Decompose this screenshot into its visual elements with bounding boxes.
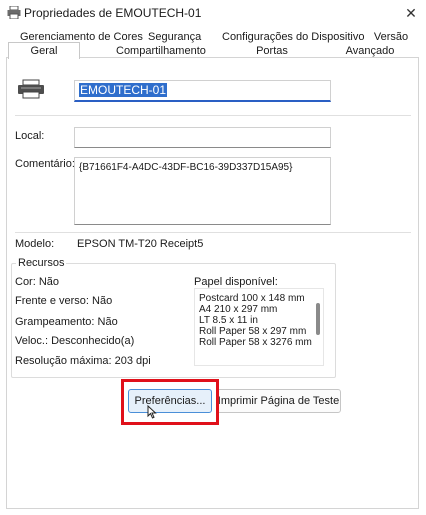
tab-security[interactable]: Segurança (148, 31, 201, 45)
highlight-box (121, 379, 219, 425)
tab-strip: Gerenciamento de Cores Segurança Configu… (0, 28, 426, 59)
paper-item[interactable]: A4 210 x 297 mm (195, 304, 313, 315)
tab-version[interactable]: Versão (372, 31, 410, 45)
feature-max-resolution: Resolução máxima: 203 dpi (15, 355, 151, 367)
location-label: Local: (15, 130, 45, 142)
general-tab-panel: EMOUTECH-01 Local: Comentário: {B71661F4… (6, 57, 419, 509)
paper-item[interactable]: Roll Paper 58 x 297 mm (195, 326, 313, 337)
divider (15, 115, 411, 116)
mouse-cursor-icon (147, 405, 157, 419)
paper-list[interactable]: Postcard 100 x 148 mm A4 210 x 297 mm LT… (194, 288, 324, 366)
title-bar: Propriedades de EMOUTECH-01 ✕ (0, 0, 426, 26)
paper-list-scrollbar[interactable] (316, 303, 320, 335)
close-button[interactable]: ✕ (396, 0, 426, 26)
paper-item[interactable]: Postcard 100 x 148 mm (195, 293, 313, 304)
model-label: Modelo: (15, 238, 55, 250)
window-title: Propriedades de EMOUTECH-01 (24, 6, 202, 20)
printer-icon (7, 6, 21, 19)
divider (15, 232, 411, 233)
features-group-title: Recursos (16, 257, 67, 269)
printer-name-selected-text: EMOUTECH-01 (79, 83, 168, 97)
print-test-page-button[interactable]: Imprimir Página de Teste (216, 389, 341, 413)
feature-staple: Grampeamento: Não (15, 316, 118, 328)
comment-value: {B71661F4-A4DC-43DF-BC16-39D337D15A95} (79, 162, 293, 173)
close-icon: ✕ (405, 4, 417, 21)
model-value: EPSON TM-T20 Receipt5 (77, 238, 204, 250)
comment-label: Comentário: (15, 158, 75, 170)
paper-item[interactable]: Roll Paper 58 x 3276 mm (195, 337, 313, 348)
printer-name-input[interactable]: EMOUTECH-01 (74, 80, 331, 102)
tab-general[interactable]: Geral (8, 42, 80, 59)
comment-textarea[interactable]: {B71661F4-A4DC-43DF-BC16-39D337D15A95} (74, 157, 331, 225)
printer-large-icon (18, 79, 44, 99)
tab-device-settings[interactable]: Configurações do Dispositivo (222, 31, 364, 45)
paper-item[interactable]: LT 8.5 x 11 in (195, 315, 313, 326)
location-input[interactable] (74, 127, 331, 148)
feature-color: Cor: Não (15, 276, 60, 288)
feature-duplex: Frente e verso: Não (15, 295, 113, 307)
paper-available-label: Papel disponível: (194, 276, 278, 288)
feature-speed: Veloc.: Desconhecido(a) (15, 335, 135, 347)
